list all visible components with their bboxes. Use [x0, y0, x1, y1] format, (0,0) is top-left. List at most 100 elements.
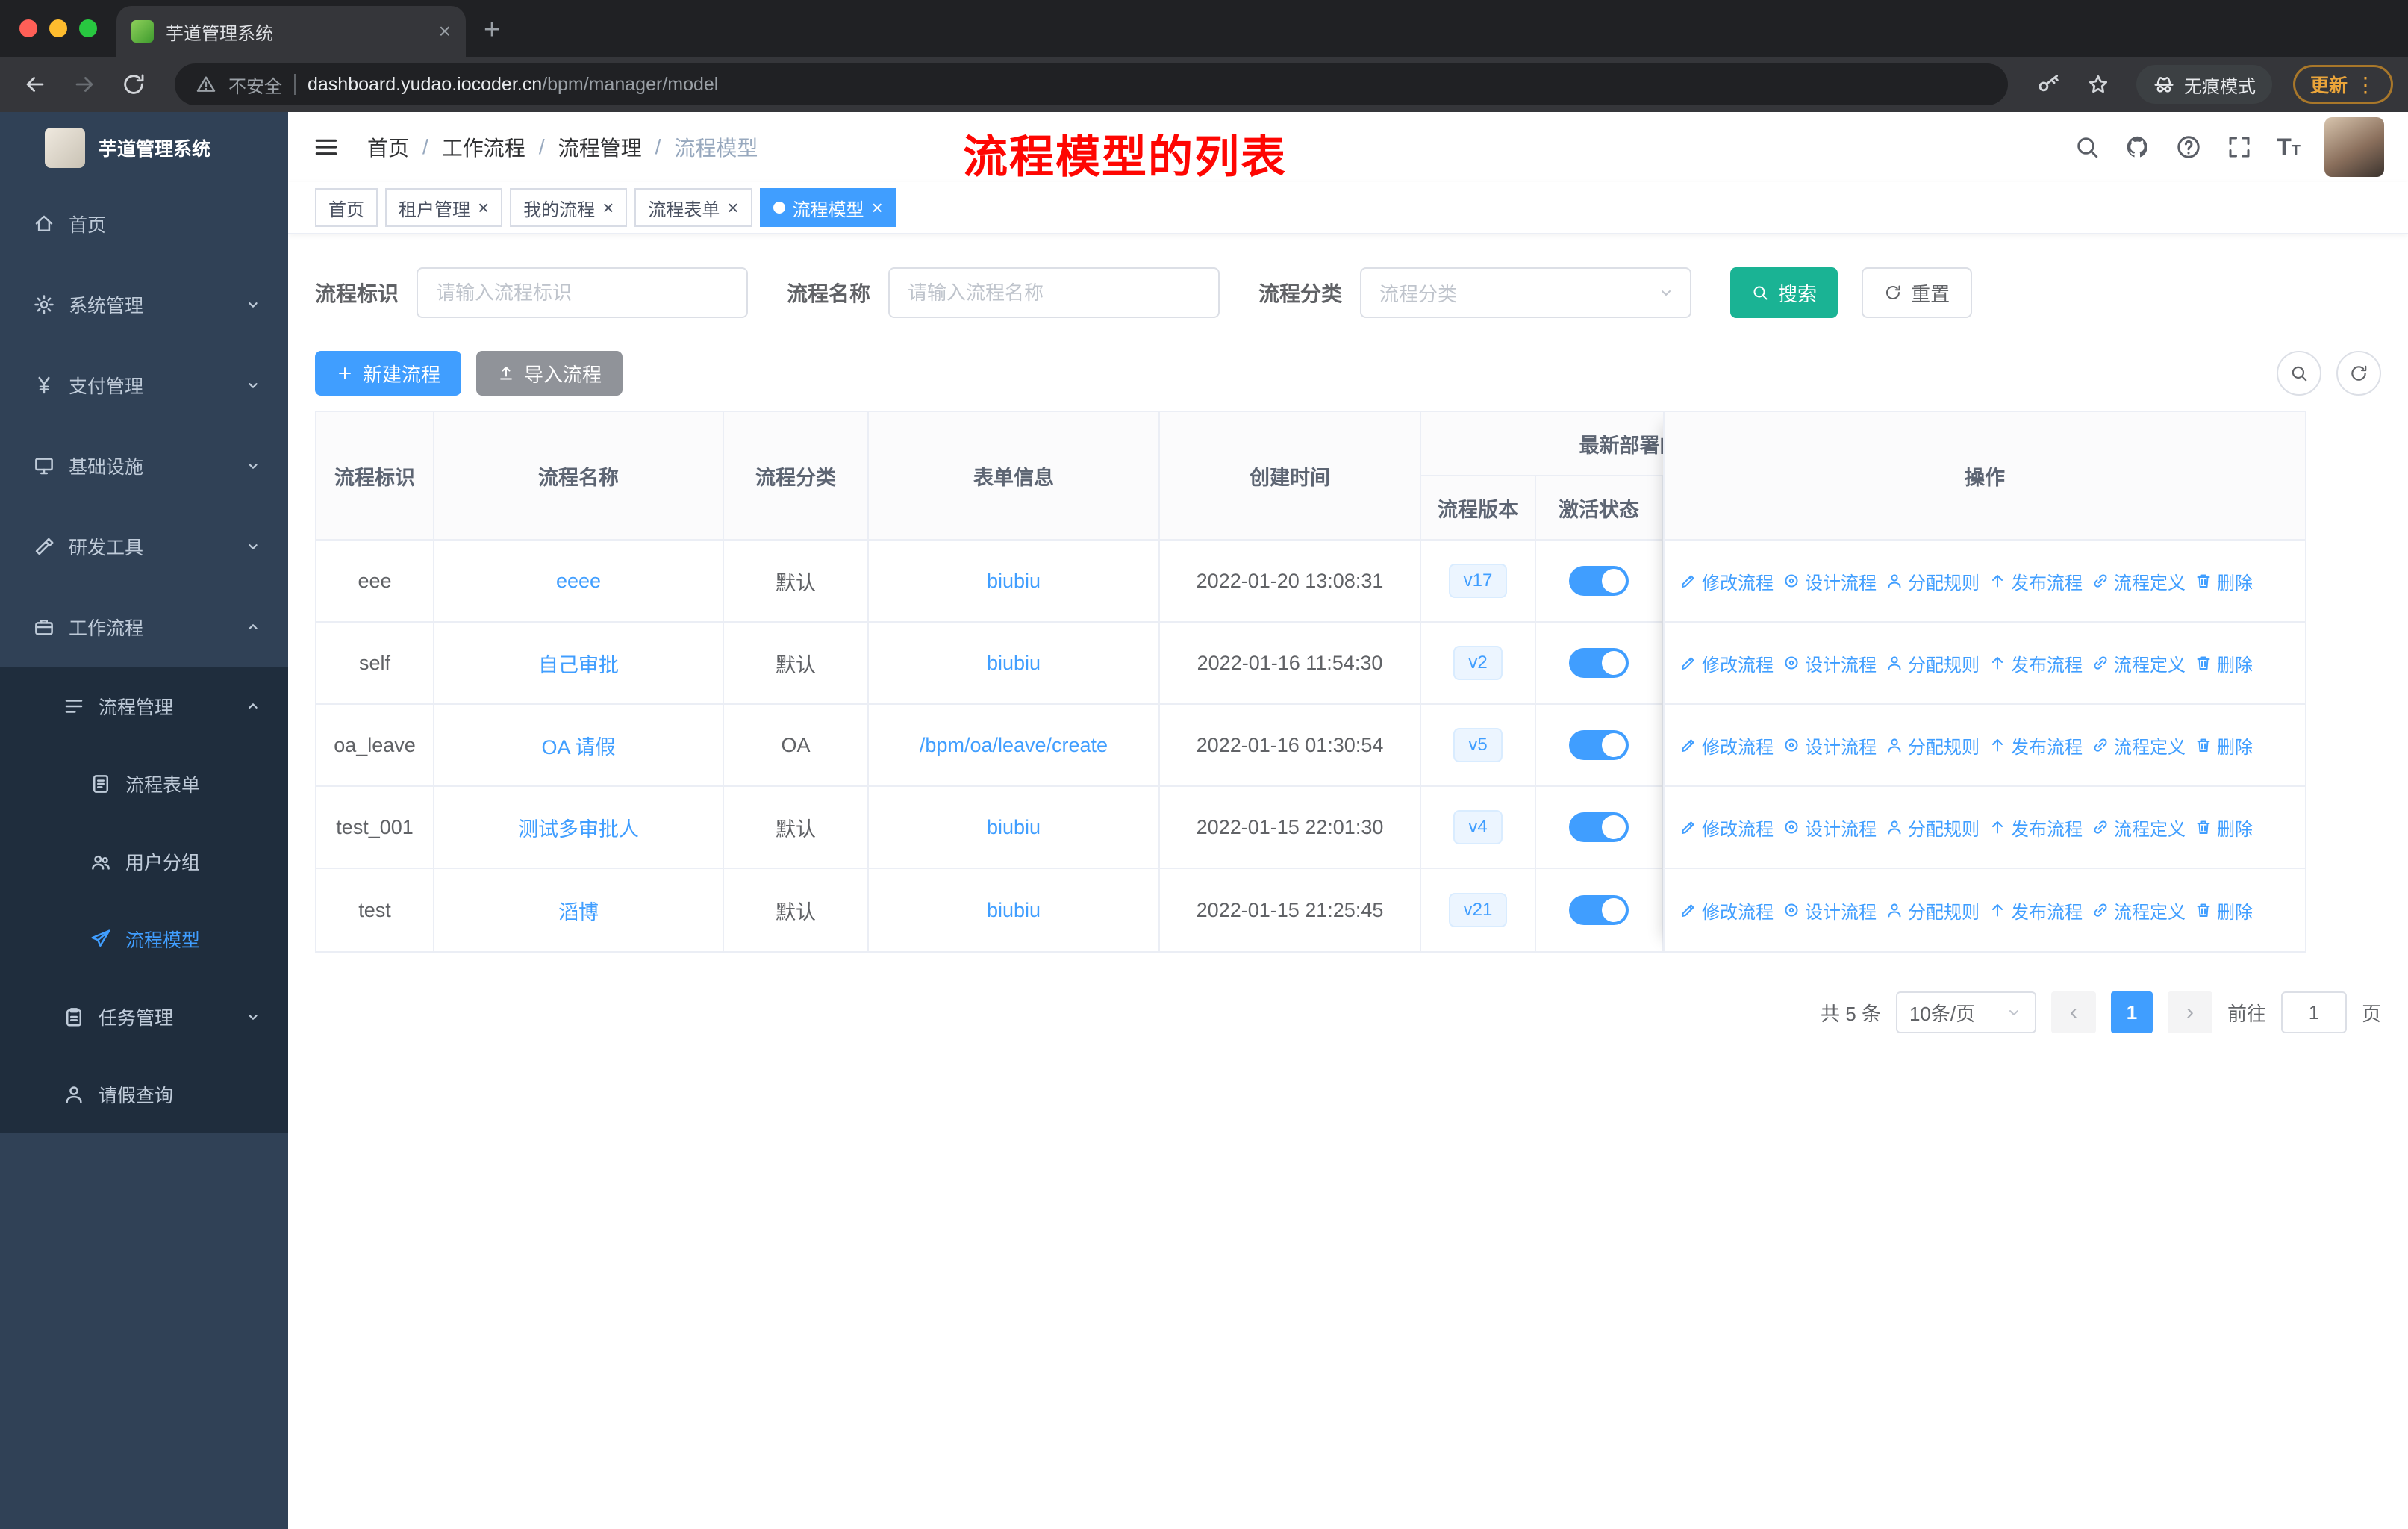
action-edit[interactable]: 修改流程: [1679, 897, 1774, 924]
action-assign-rule[interactable]: 分配规则: [1885, 897, 1980, 924]
window-minimize-button[interactable]: [49, 19, 67, 37]
reload-icon[interactable]: [121, 72, 146, 97]
tag-home[interactable]: 首页: [315, 188, 378, 227]
action-publish[interactable]: 发布流程: [1989, 815, 2083, 841]
tag-process-form[interactable]: 流程表单 ×: [634, 188, 752, 227]
action-edit[interactable]: 修改流程: [1679, 650, 1774, 676]
chrome-update-button[interactable]: 更新 ⋮: [2292, 65, 2393, 104]
tag-tenant-management[interactable]: 租户管理 ×: [385, 188, 503, 227]
page-size-select[interactable]: 10条/页: [1895, 991, 2036, 1033]
fullscreen-icon[interactable]: [2226, 134, 2253, 161]
action-edit[interactable]: 修改流程: [1679, 732, 1774, 759]
sidebar-item-system-management[interactable]: 系统管理: [0, 264, 288, 345]
sidebar-toggle-icon[interactable]: [312, 133, 340, 161]
action-design[interactable]: 设计流程: [1782, 568, 1877, 594]
action-assign-rule[interactable]: 分配规则: [1885, 815, 1980, 841]
chrome-menu-icon[interactable]: ⋮: [2355, 72, 2376, 97]
tag-process-model[interactable]: 流程模型 ×: [759, 188, 896, 227]
form-link[interactable]: /bpm/oa/leave/create: [920, 734, 1108, 757]
address-bar[interactable]: 不安全 dashboard.yudao.iocoder.cn/bpm/manag…: [175, 63, 2008, 105]
forward-icon[interactable]: [72, 72, 97, 97]
prev-page-button[interactable]: ‹: [2050, 991, 2096, 1033]
github-icon[interactable]: [2124, 134, 2151, 161]
form-link[interactable]: biubiu: [987, 570, 1041, 593]
process-id-input[interactable]: [417, 267, 749, 318]
sidebar-item-user-group[interactable]: 用户分组: [0, 823, 288, 900]
active-toggle[interactable]: [1569, 895, 1629, 925]
process-name-link[interactable]: eeee: [556, 570, 601, 593]
active-toggle[interactable]: [1569, 648, 1629, 678]
sidebar-item-process-model[interactable]: 流程模型: [0, 900, 288, 978]
next-page-button[interactable]: ›: [2167, 991, 2212, 1033]
search-button[interactable]: 搜索: [1730, 267, 1838, 318]
app-logo[interactable]: 芋道管理系统: [0, 112, 288, 184]
create-process-button[interactable]: 新建流程: [315, 351, 462, 396]
tag-close-icon[interactable]: ×: [602, 198, 614, 217]
action-delete[interactable]: 删除: [2195, 815, 2253, 841]
sidebar-item-process-form[interactable]: 流程表单: [0, 745, 288, 823]
process-name-link[interactable]: 自己审批: [538, 649, 619, 678]
active-toggle[interactable]: [1569, 812, 1629, 842]
action-design[interactable]: 设计流程: [1782, 897, 1877, 924]
action-edit[interactable]: 修改流程: [1679, 568, 1774, 594]
action-delete[interactable]: 删除: [2195, 650, 2253, 676]
page-number-button[interactable]: 1: [2110, 991, 2153, 1033]
action-design[interactable]: 设计流程: [1782, 732, 1877, 759]
tag-close-icon[interactable]: ×: [478, 198, 489, 217]
action-delete[interactable]: 删除: [2195, 897, 2253, 924]
password-key-icon[interactable]: [2036, 72, 2062, 97]
search-icon[interactable]: [2074, 134, 2100, 161]
reset-button[interactable]: 重置: [1862, 267, 1973, 318]
back-icon[interactable]: [22, 72, 48, 97]
form-link[interactable]: biubiu: [987, 652, 1041, 675]
active-toggle[interactable]: [1569, 730, 1629, 760]
sidebar-item-process-management[interactable]: 流程管理: [0, 667, 288, 745]
goto-page-input[interactable]: [2280, 991, 2347, 1033]
action-design[interactable]: 设计流程: [1782, 815, 1877, 841]
breadcrumb-item[interactable]: 首页: [367, 132, 409, 162]
breadcrumb-item[interactable]: 工作流程: [442, 132, 525, 162]
window-close-button[interactable]: [19, 19, 37, 37]
import-process-button[interactable]: 导入流程: [476, 351, 623, 396]
tag-close-icon[interactable]: ×: [872, 198, 883, 217]
form-link[interactable]: biubiu: [987, 816, 1041, 839]
process-name-input[interactable]: [888, 267, 1220, 318]
action-definition[interactable]: 流程定义: [2092, 897, 2186, 924]
sidebar-item-home[interactable]: 首页: [0, 184, 288, 264]
category-select[interactable]: 流程分类: [1360, 267, 1692, 318]
sidebar-item-task-management[interactable]: 任务管理: [0, 978, 288, 1056]
process-name-link[interactable]: 滔博: [558, 896, 599, 925]
tab-close-icon[interactable]: ×: [439, 19, 451, 43]
form-link[interactable]: biubiu: [987, 899, 1041, 922]
action-publish[interactable]: 发布流程: [1989, 568, 2083, 594]
action-definition[interactable]: 流程定义: [2092, 732, 2186, 759]
tag-my-process[interactable]: 我的流程 ×: [510, 188, 628, 227]
breadcrumb-item[interactable]: 流程管理: [558, 132, 642, 162]
sidebar-item-dev-tools[interactable]: 研发工具: [0, 506, 288, 587]
action-definition[interactable]: 流程定义: [2092, 568, 2186, 594]
process-name-link[interactable]: 测试多审批人: [518, 813, 639, 842]
action-publish[interactable]: 发布流程: [1989, 897, 2083, 924]
refresh-button[interactable]: [2336, 351, 2381, 396]
sidebar-item-infrastructure[interactable]: 基础设施: [0, 426, 288, 506]
action-assign-rule[interactable]: 分配规则: [1885, 568, 1980, 594]
action-edit[interactable]: 修改流程: [1679, 815, 1774, 841]
sidebar-item-leave-query[interactable]: 请假查询: [0, 1056, 288, 1133]
question-icon[interactable]: [2175, 134, 2202, 161]
process-name-link[interactable]: OA 请假: [541, 731, 615, 760]
action-assign-rule[interactable]: 分配规则: [1885, 650, 1980, 676]
user-avatar[interactable]: [2324, 117, 2384, 177]
action-publish[interactable]: 发布流程: [1989, 732, 2083, 759]
action-definition[interactable]: 流程定义: [2092, 815, 2186, 841]
font-size-icon[interactable]: TT: [2277, 135, 2301, 159]
active-toggle[interactable]: [1569, 566, 1629, 596]
action-assign-rule[interactable]: 分配规则: [1885, 732, 1980, 759]
bookmark-star-icon[interactable]: [2086, 72, 2111, 97]
sidebar-item-workflow[interactable]: 工作流程: [0, 587, 288, 667]
action-delete[interactable]: 删除: [2195, 568, 2253, 594]
action-definition[interactable]: 流程定义: [2092, 650, 2186, 676]
tag-close-icon[interactable]: ×: [727, 198, 738, 217]
new-tab-button[interactable]: +: [484, 14, 500, 46]
window-zoom-button[interactable]: [79, 19, 97, 37]
toggle-search-button[interactable]: [2277, 351, 2321, 396]
